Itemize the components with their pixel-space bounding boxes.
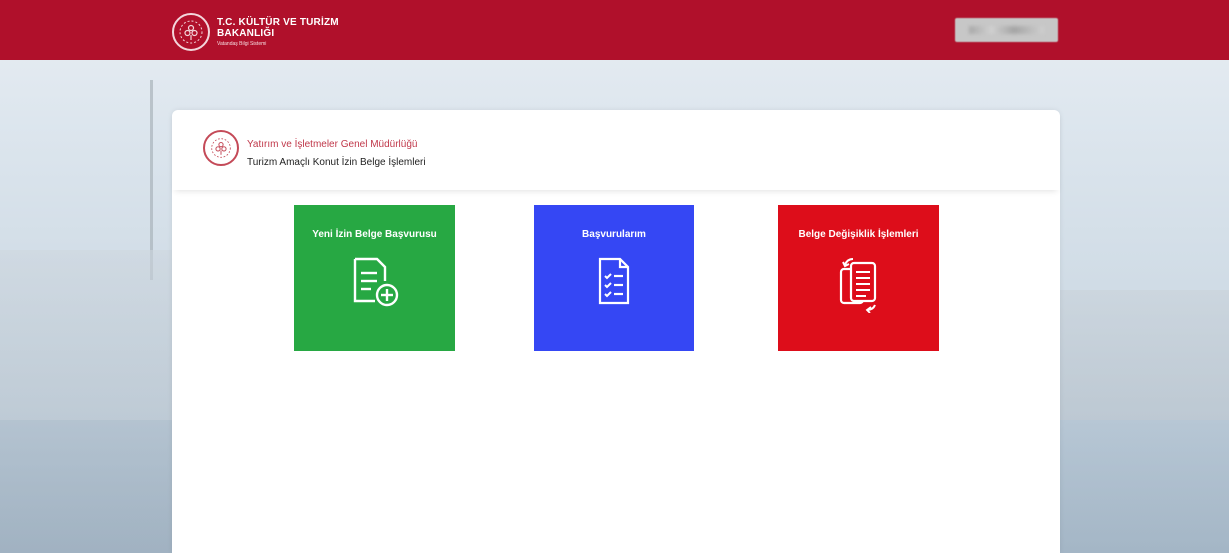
main-card: Yatırım ve İşletmeler Genel Müdürlüğü Tu… <box>172 110 1060 553</box>
brand-text: T.C. KÜLTÜR VE TURİZM BAKANLIĞI Vatandaş… <box>217 16 339 47</box>
service-name: Turizm Amaçlı Konut İzin Belge İşlemleri <box>247 157 426 168</box>
my-applications-tile[interactable]: Başvurularım <box>534 205 694 351</box>
tile-label-new-application: Yeni İzin Belge Başvurusu <box>312 229 437 240</box>
document-change-operations-tile[interactable]: Belge Değişiklik İşlemleri <box>778 205 939 351</box>
ministry-emblem-icon <box>172 13 210 51</box>
tile-label-my-applications: Başvurularım <box>582 229 646 240</box>
department-name: Yatırım ve İşletmeler Genel Müdürlüğü <box>247 139 418 150</box>
checklist-document-icon <box>594 255 634 314</box>
brand-title-line1: T.C. KÜLTÜR VE TURİZM <box>217 16 339 28</box>
user-name-redacted <box>969 26 1044 34</box>
document-add-icon <box>347 255 403 314</box>
document-swap-icon <box>835 255 883 318</box>
user-menu-button[interactable] <box>955 18 1058 42</box>
tile-label-document-change: Belge Değişiklik İşlemleri <box>798 229 919 240</box>
ministry-logo[interactable]: T.C. KÜLTÜR VE TURİZM BAKANLIĞI Vatandaş… <box>172 12 339 52</box>
top-header: T.C. KÜLTÜR VE TURİZM BAKANLIĞI Vatandaş… <box>0 0 1229 60</box>
department-emblem-icon <box>203 130 239 166</box>
new-permit-application-tile[interactable]: Yeni İzin Belge Başvurusu <box>294 205 455 351</box>
background-city <box>1060 290 1229 420</box>
card-header: Yatırım ve İşletmeler Genel Müdürlüğü Tu… <box>172 110 1060 190</box>
brand-subtitle: Vatandaş Bilgi Sistemi <box>217 40 267 47</box>
brand-title-line2: BAKANLIĞI <box>217 27 275 39</box>
